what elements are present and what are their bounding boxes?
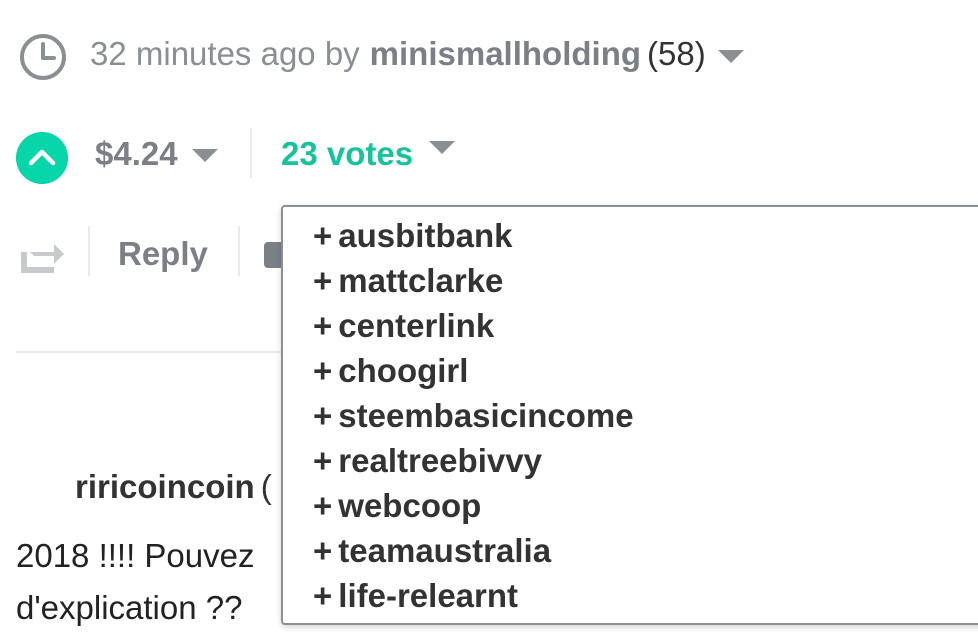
voter-name: choogirl xyxy=(338,351,469,389)
voter-item[interactable]: + centerlink xyxy=(313,303,978,348)
clock-icon xyxy=(20,34,66,80)
reply-button[interactable]: Reply xyxy=(118,230,208,278)
voter-item[interactable]: + choogirl xyxy=(313,348,978,393)
comment-body-line: d'explication ?? xyxy=(16,589,243,626)
author-reputation: (58) xyxy=(647,35,706,72)
voter-name: life-relearnt xyxy=(338,576,519,614)
separator-line xyxy=(16,351,316,353)
voter-item[interactable]: + realtreebivvy xyxy=(313,438,978,483)
votes-toggle[interactable]: 23 votes xyxy=(281,130,456,178)
votes-count: 23 votes xyxy=(281,135,414,172)
voters-dropdown: + ausbitbank + mattclarke + centerlink + cho… xyxy=(281,205,978,625)
author-menu-caret-icon[interactable] xyxy=(717,49,744,63)
reblog-icon[interactable] xyxy=(20,236,66,276)
voter-name: webcoop xyxy=(338,486,482,524)
voter-item[interactable]: + teamaustralia xyxy=(313,528,978,573)
comment-body-line: 2018 !!!! Pouvez xyxy=(16,537,255,574)
post-meta: 32 minutes ago by minismallholding (58) xyxy=(90,30,744,78)
comment-author-link[interactable]: riricoincoin xyxy=(75,468,255,506)
divider xyxy=(238,226,240,276)
voter-name: centerlink xyxy=(338,306,495,344)
voter-item[interactable]: + steembasicincome xyxy=(313,393,978,438)
payout-caret-icon[interactable] xyxy=(191,148,218,162)
voter-item[interactable]: + mattclarke xyxy=(313,258,978,303)
upvote-button[interactable] xyxy=(16,132,68,184)
time-ago: 32 minutes ago by xyxy=(90,35,360,72)
voter-item[interactable]: + life-relearnt xyxy=(313,573,978,618)
voter-name: steembasicincome xyxy=(338,396,634,434)
voter-name: mattclarke xyxy=(338,261,504,299)
voters-list: + ausbitbank + mattclarke + centerlink + cho… xyxy=(283,207,978,618)
payout-amount[interactable]: $4.24 xyxy=(95,130,218,178)
comment-body: 2018 !!!! Pouvez d'explication ?? xyxy=(16,530,255,634)
voter-name: realtreebivvy xyxy=(338,441,542,479)
comment-author-reputation: ( xyxy=(260,468,272,505)
divider xyxy=(88,226,90,276)
votes-caret-icon[interactable] xyxy=(429,140,456,154)
payout-value: $4.24 xyxy=(95,135,178,172)
divider xyxy=(250,128,252,178)
voter-name: ausbitbank xyxy=(338,216,513,254)
author-link[interactable]: minismallholding xyxy=(370,35,641,73)
voter-name: teamaustralia xyxy=(338,531,552,569)
voter-item[interactable]: + webcoop xyxy=(313,483,978,528)
voter-item[interactable]: + ausbitbank xyxy=(313,213,978,258)
comment-author: riricoincoin ( xyxy=(75,464,272,510)
